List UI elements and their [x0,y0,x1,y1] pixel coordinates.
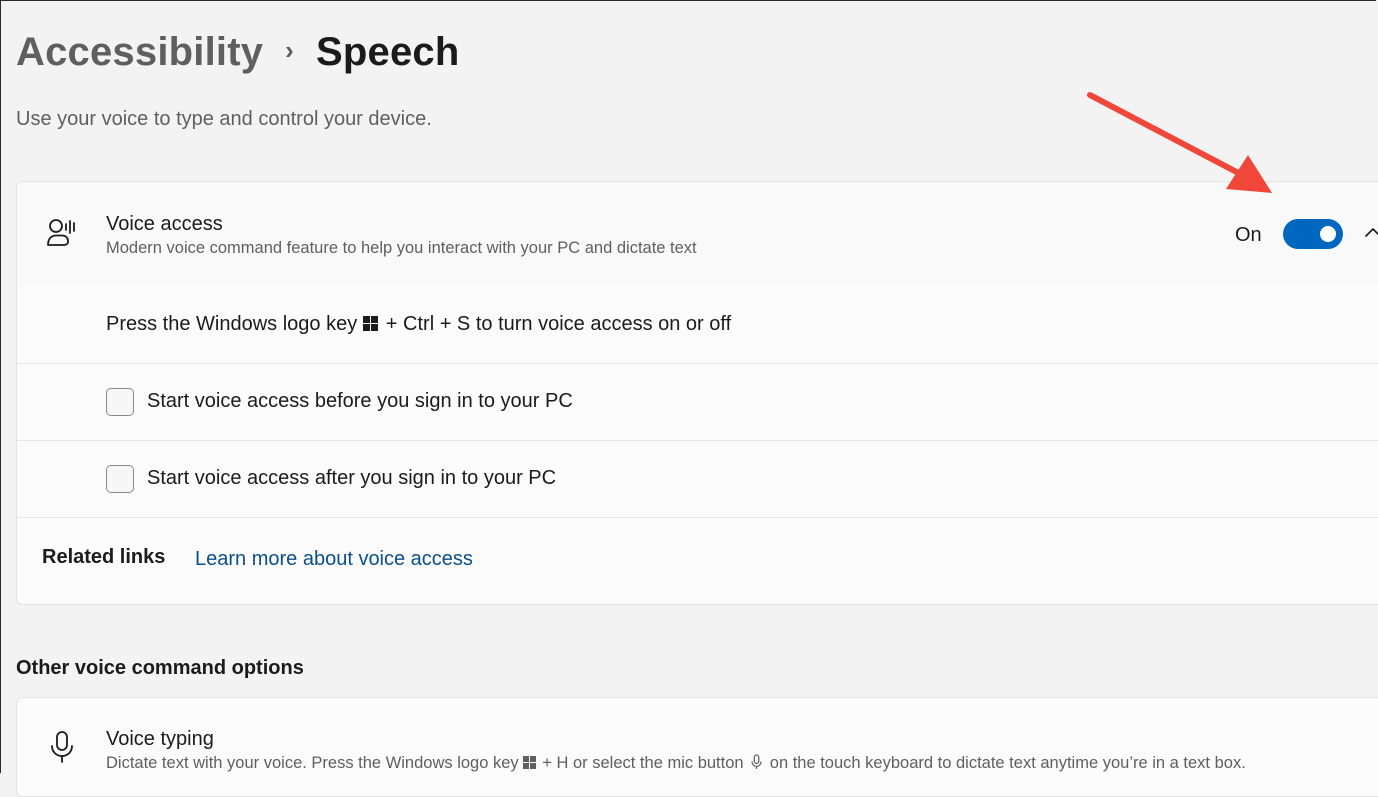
option-row-after-sign-in[interactable]: Start voice access after you sign in to … [17,441,1378,518]
voice-access-card: Voice access Modern voice command featur… [16,181,1378,605]
voice-access-description: Modern voice command feature to help you… [106,239,697,257]
learn-more-voice-access-link[interactable]: Learn more about voice access [195,548,473,571]
voice-typing-title: Voice typing [106,728,214,750]
microphone-icon [51,731,73,763]
voice-typing-description: Dictate text with your voice. Press the … [106,754,1246,773]
voice-access-toggle[interactable] [1283,219,1343,249]
related-links-label: Related links [42,546,166,568]
page-subtitle: Use your voice to type and control your … [16,108,432,130]
breadcrumb-accessibility[interactable]: Accessibility [16,30,263,75]
voice-access-header[interactable]: Voice access Modern voice command featur… [17,182,1378,287]
breadcrumb-separator: › [285,34,295,65]
windows-logo-icon [363,316,379,331]
shortcut-text-after: + Ctrl + S to turn voice access on or of… [385,313,732,335]
voice-access-icon [47,219,75,246]
vt-desc-part3: on the touch keyboard to dictate text an… [769,754,1246,772]
other-voice-options-heading: Other voice command options [16,657,304,679]
checkbox-before-sign-in[interactable] [106,388,134,416]
voice-access-toggle-state: On [1235,224,1262,246]
option-row-before-sign-in[interactable]: Start voice access before you sign in to… [17,364,1378,441]
page-title: Speech [316,29,460,74]
chevron-up-icon[interactable] [1362,222,1378,244]
shortcut-text-before: Press the Windows logo key [106,313,358,335]
toggle-knob [1320,226,1336,242]
option-label-after-sign-in: Start voice access after you sign in to … [147,467,557,489]
vt-desc-part2: + H or select the mic button [542,754,744,772]
vt-desc-part1: Dictate text with your voice. Press the … [106,754,519,772]
shortcut-info-row: Press the Windows logo key + Ctrl + S to… [17,286,1378,364]
mic-small-icon [751,754,762,769]
shortcut-info: Press the Windows logo key + Ctrl + S to… [106,313,731,336]
breadcrumb: Accessibility › Speech [16,22,460,82]
voice-access-title: Voice access [106,213,223,235]
option-label-before-sign-in: Start voice access before you sign in to… [147,390,573,412]
checkbox-after-sign-in[interactable] [106,465,134,493]
voice-typing-card[interactable]: Voice typing Dictate text with your voic… [16,697,1378,797]
windows-logo-icon [522,756,536,769]
